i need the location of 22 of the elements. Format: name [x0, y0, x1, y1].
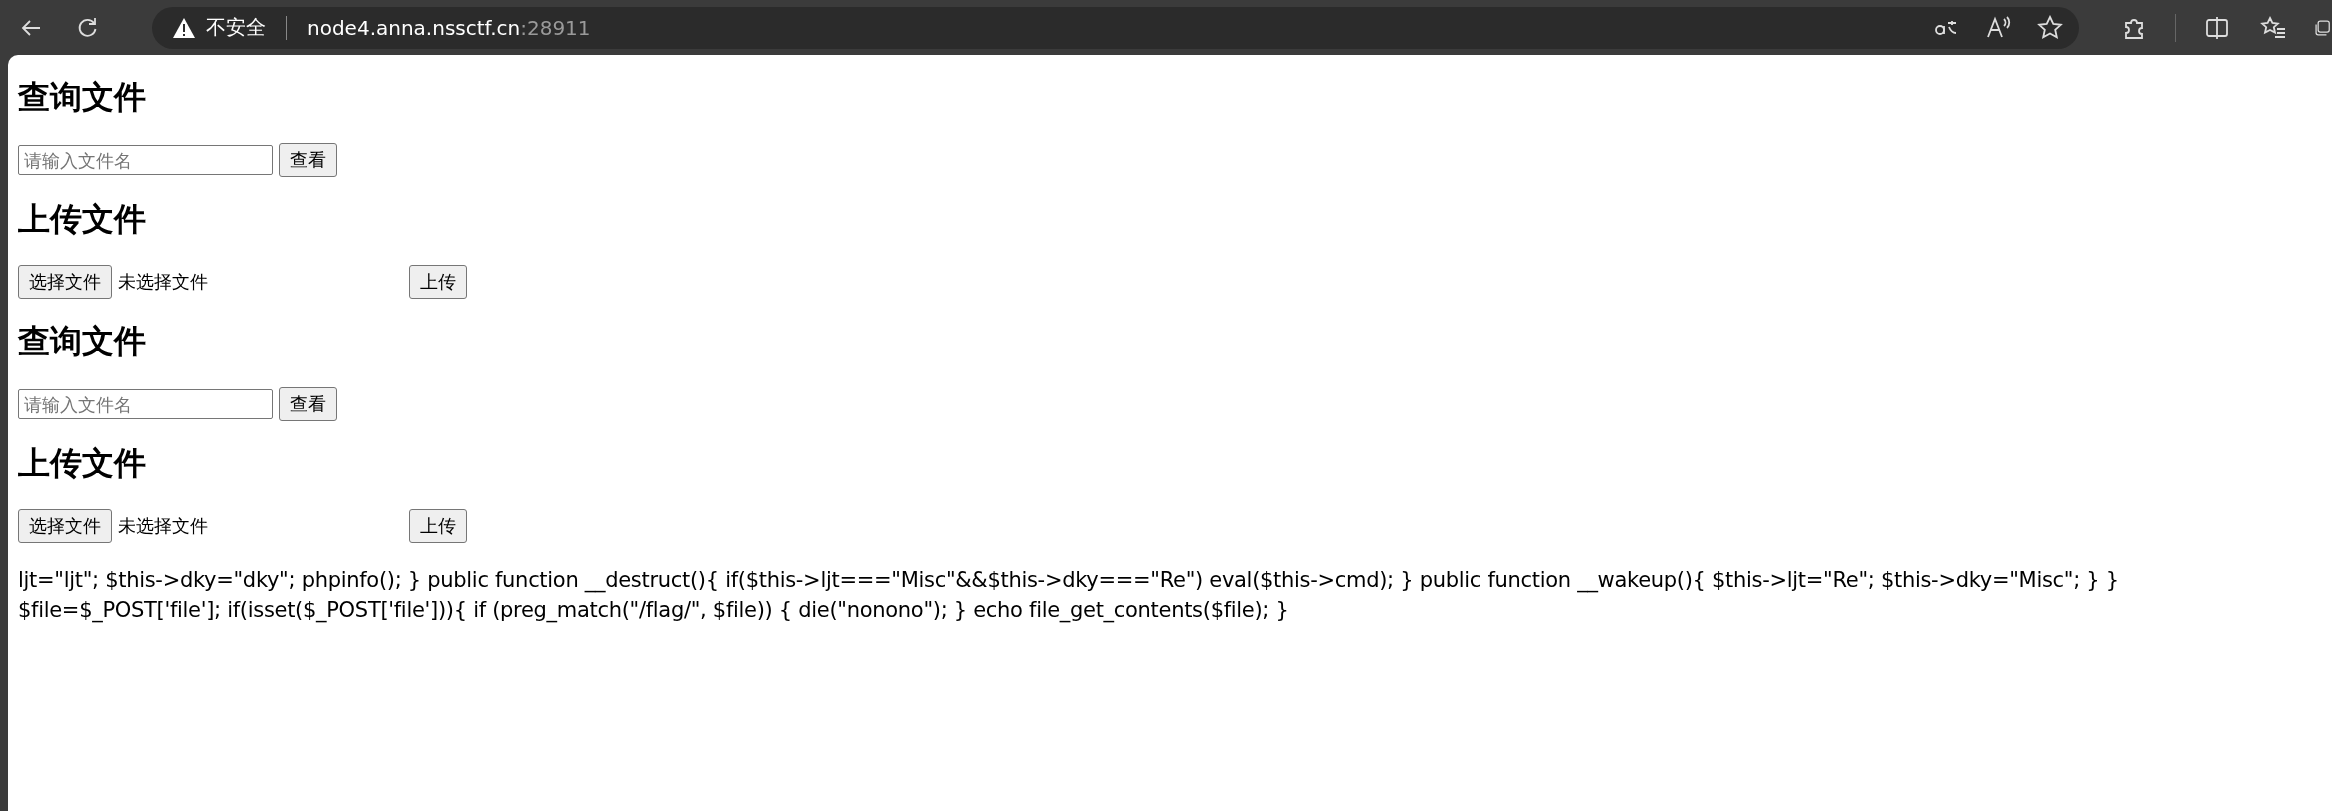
- split-screen-icon: [2204, 14, 2230, 41]
- star-list-icon: [2260, 14, 2286, 41]
- choose-file-button[interactable]: 选择文件: [18, 509, 112, 543]
- filename-field[interactable]: 请输入文件名: [18, 145, 273, 175]
- file-status: 未选择文件: [118, 514, 208, 538]
- security-label: 不安全: [206, 14, 266, 41]
- view-button[interactable]: 查看: [279, 143, 337, 177]
- url-text: node4.anna.nssctf.cn:28911: [307, 15, 591, 40]
- upload-button[interactable]: 上传: [409, 265, 467, 299]
- source-code-text: ljt="ljt"; $this->dky="dky"; phpinfo(); } public function __destruct(){ if($this->ljt==="Misc"&&$this->dky==="Re") eval($this->cmd); } public function __wakeup(){ $this->ljt="Re"; $this->dky="Misc"; } } $file=$_POST['file']; if(isset($_POST['file'])){ if (preg_match("/flag/", $file)) { die("nonono"); } echo file_get_contents($file); }: [18, 567, 2120, 625]
- section-heading: 查询文件: [18, 77, 147, 117]
- file-status: 未选择文件: [118, 270, 208, 294]
- section-heading: 上传文件: [18, 443, 147, 483]
- warning-icon: [172, 16, 196, 39]
- upload-button[interactable]: 上传: [409, 509, 467, 543]
- view-button[interactable]: 查看: [279, 387, 337, 421]
- star-icon: [2037, 14, 2063, 41]
- section-heading: 查询文件: [18, 321, 147, 361]
- address-bar[interactable]: 不安全 node4.anna.nssctf.cn:28911: [152, 6, 2079, 49]
- section-heading: 上传文件: [18, 199, 147, 239]
- choose-file-button[interactable]: 选择文件: [18, 265, 112, 299]
- filename-field[interactable]: 请输入文件名: [18, 389, 273, 419]
